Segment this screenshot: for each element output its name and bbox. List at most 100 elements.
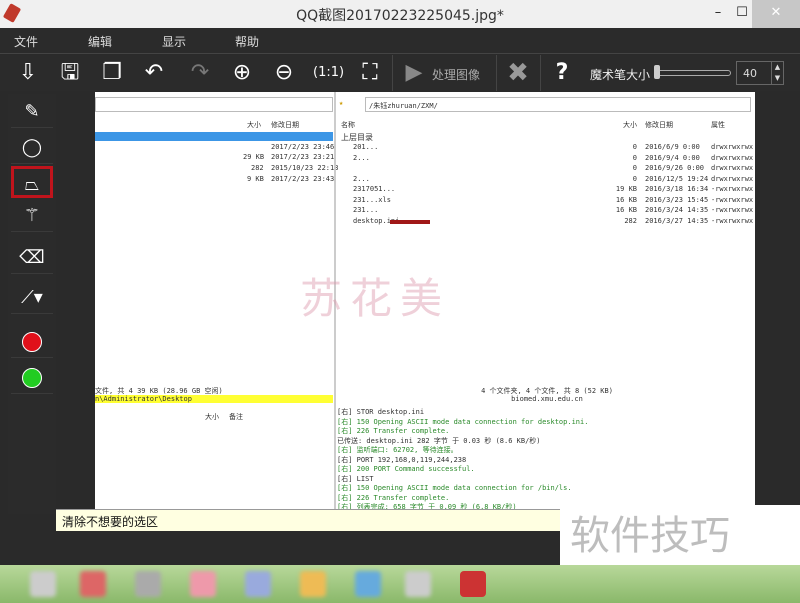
save-icon[interactable]: 🖫 <box>56 59 84 87</box>
left-path-combo <box>95 97 333 112</box>
file-attr: -rwxrwxrwx <box>711 206 754 214</box>
redo-icon[interactable]: ↷ <box>186 59 214 87</box>
right-path-combo: /朱钰zhuruan/ZXM/ <box>365 97 751 112</box>
brush-size-value: 40 <box>743 67 757 80</box>
file-name: 2... <box>353 174 370 183</box>
play-icon[interactable]: ▶ <box>400 59 428 87</box>
red-arrow-icon <box>390 220 430 224</box>
file-name: 2... <box>353 153 370 162</box>
spin-arrows[interactable]: ▲ ▼ <box>771 62 783 84</box>
file-name: 231... <box>353 206 379 214</box>
file-size: 0 <box>632 174 637 183</box>
file-date: 2016/3/27 14:35 <box>645 216 709 225</box>
tool-panel: ✎ ◯ ⏢ ⚚ ⌫ ⟋▾ <box>8 94 56 514</box>
file-size: 16 KB <box>615 206 637 214</box>
brush-size-slider-handle[interactable] <box>654 65 660 79</box>
file-date: 2016/12/5 19:24 <box>645 174 709 183</box>
fit-window-icon[interactable]: ⛶ <box>356 59 384 87</box>
file-size: 0 <box>632 143 637 151</box>
window-title: QQ截图20170223225045.jpg* <box>296 8 504 24</box>
file-size: 0 <box>632 164 637 172</box>
cell: 2017/2/23 23:21 <box>271 153 335 161</box>
right-path: /朱钰zhuruan/ZXM/ <box>369 102 438 110</box>
log-line: [右] 226 Transfer complete. <box>337 427 450 435</box>
file-attr: drwxrwxrwx <box>711 174 754 183</box>
cell: 2017/2/23 23:43 <box>271 175 335 183</box>
watermark: 软件技巧 <box>560 505 800 567</box>
brush-size-slider[interactable] <box>655 70 731 76</box>
cancel-icon[interactable]: ✖ <box>504 59 532 87</box>
file-date: 2016/3/18 16:34 <box>645 185 709 193</box>
file-date: 2016/9/4 0:00 <box>645 153 700 162</box>
log-line: [右] 226 Transfer complete. <box>337 493 450 502</box>
eraser-tool[interactable]: ⌫ <box>11 242 53 274</box>
lasso-tool[interactable]: ◯ <box>11 132 53 164</box>
file-name: 201... <box>353 143 379 151</box>
red-color-swatch[interactable] <box>11 326 53 358</box>
green-color-swatch[interactable] <box>11 362 53 394</box>
file-date: 2016/3/23 15:45 <box>645 195 709 204</box>
star-icon: ★ <box>339 99 344 107</box>
process-image-button[interactable]: 处理图像 <box>432 66 480 83</box>
undo-icon[interactable]: ↶ <box>140 59 168 87</box>
file-date: 2016/3/24 14:35 <box>645 206 709 214</box>
pencil-tool[interactable]: ✎ <box>11 96 53 128</box>
polygon-lasso-tool[interactable]: ⏢ <box>11 166 53 198</box>
menu-help[interactable]: 帮助 <box>235 33 259 50</box>
col: 名称 <box>341 121 355 129</box>
brush-size-label: 魔术笔大小 <box>590 68 651 82</box>
actual-size-icon[interactable]: (1:1) <box>313 59 344 87</box>
close-button[interactable]: ✕ <box>752 0 800 28</box>
file-size: 282 <box>624 216 637 225</box>
brush-size-spinbox[interactable]: 40 ▲ ▼ <box>736 61 784 85</box>
file-attr: -rwxrwxrwx <box>711 185 754 193</box>
file-attr: drwxrwxrwx <box>711 143 754 151</box>
col-date: 修改日期 <box>271 121 299 129</box>
file-size: 0 <box>632 153 637 162</box>
log-line: 已传送: desktop.ini 282 字节 于 0.03 秒 (8.6 KB… <box>337 436 541 445</box>
file-date: 2016/9/26 0:00 <box>645 164 705 172</box>
log-line: [右] STOR desktop.ini <box>337 408 425 416</box>
col: 修改日期 <box>645 121 673 129</box>
file-name: 231...xls <box>353 195 391 204</box>
title-bar: QQ截图20170223225045.jpg* – ☐ ✕ <box>0 0 800 28</box>
file-date: 2016/6/9 0:00 <box>645 143 700 151</box>
file-attr: -rwxrwxrwx <box>711 216 754 225</box>
right-server: biomed.xmu.edu.cn <box>511 395 583 403</box>
cell: 282 <box>251 164 264 172</box>
file-attr: drwxrwxrwx <box>711 153 754 162</box>
parent-dir: 上层目录 <box>341 133 373 142</box>
col: 大小 <box>205 413 219 421</box>
open-icon[interactable]: ⇩ <box>14 59 42 87</box>
file-size: 19 KB <box>615 185 637 193</box>
tooltip: 清除不想要的选区 <box>56 509 561 531</box>
line-tool[interactable]: ⟋▾ <box>11 282 53 314</box>
magic-wand-tool[interactable]: ⚚ <box>11 200 53 232</box>
menu-file[interactable]: 文件 <box>14 33 38 50</box>
file-name: 2317051... <box>353 185 396 193</box>
col: 属性 <box>711 121 725 129</box>
cell: 9 KB <box>247 175 264 183</box>
cell: 29 KB <box>243 153 265 161</box>
col: 大小 <box>623 121 637 129</box>
save-as-icon[interactable]: ❐ <box>98 59 126 87</box>
log-line: [右] LIST <box>337 474 374 483</box>
image-watermark: 苏花美 <box>300 274 451 323</box>
zoom-out-icon[interactable]: ⊖ <box>270 59 298 87</box>
col: 备注 <box>229 413 243 421</box>
file-size: 16 KB <box>615 195 637 204</box>
log-line: [右] PORT 192,168,0,119,244,238 <box>337 455 467 464</box>
menu-bar: 文件 编辑 显示 帮助 <box>0 28 800 54</box>
taskbar <box>0 565 800 603</box>
menu-edit[interactable]: 编辑 <box>88 33 112 50</box>
app-taskbar-icon[interactable] <box>460 571 486 597</box>
cell: 2015/10/23 22:13 <box>271 164 339 172</box>
menu-view[interactable]: 显示 <box>162 33 186 50</box>
log-line: [右] 150 Opening ASCII mode data connecti… <box>337 484 572 492</box>
zoom-in-icon[interactable]: ⊕ <box>228 59 256 87</box>
log-line: [右] 200 PORT Command successful. <box>337 465 475 473</box>
help-icon[interactable]: ? <box>548 59 576 87</box>
log-line: [右] 150 Opening ASCII mode data connecti… <box>337 417 589 426</box>
selected-row <box>95 132 333 141</box>
cell: 2017/2/23 23:46 <box>271 143 335 151</box>
